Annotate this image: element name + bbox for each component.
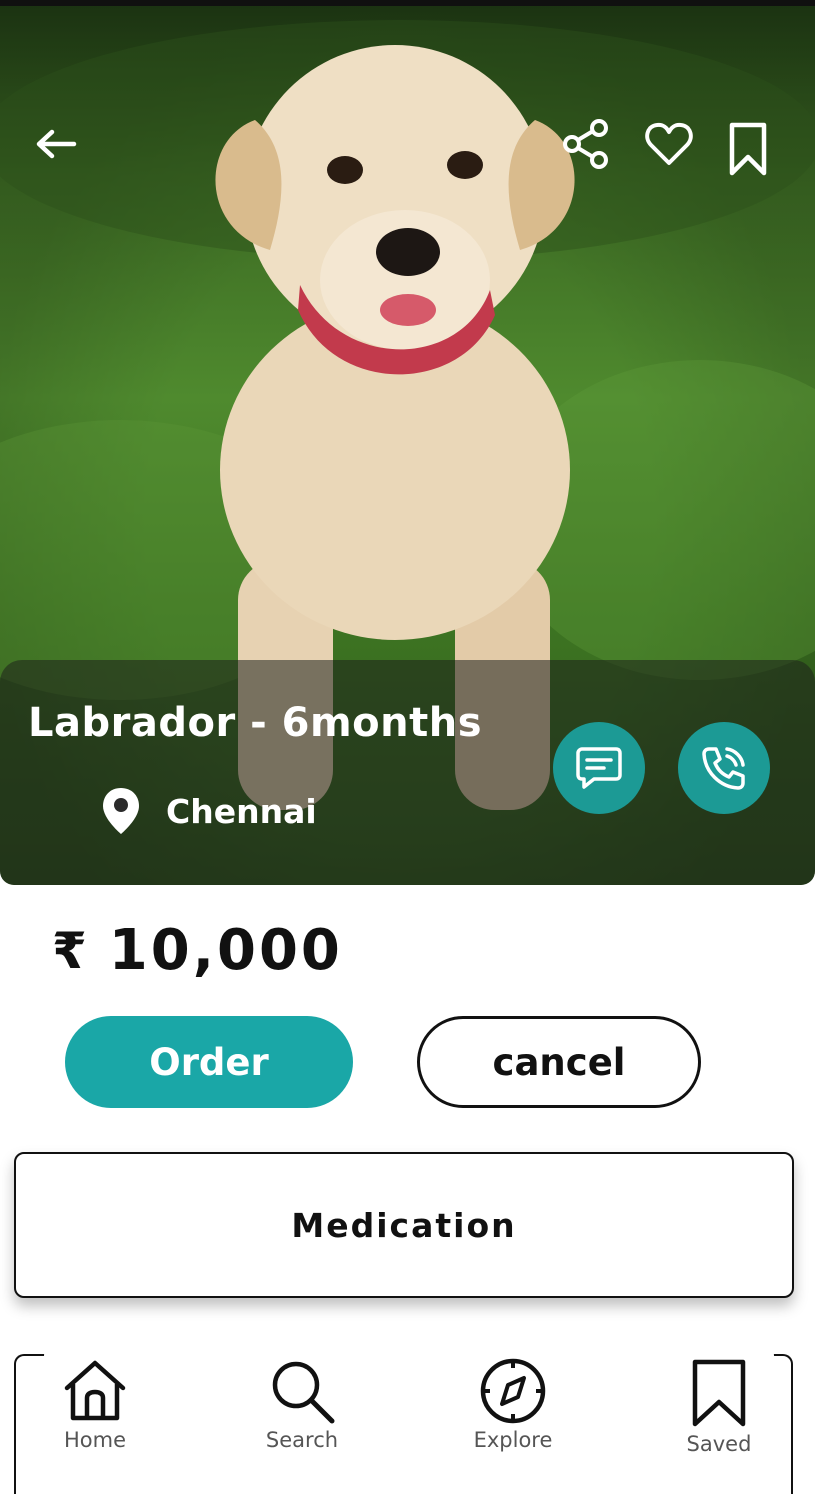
bookmark-icon <box>692 1359 746 1427</box>
nav-label-home: Home <box>63 1428 126 1452</box>
status-strip <box>0 0 815 6</box>
chat-icon <box>576 747 622 789</box>
call-button[interactable] <box>678 722 770 814</box>
share-icon <box>563 119 608 169</box>
nav-item-explore[interactable]: Explore <box>448 1358 578 1452</box>
location-pin-icon <box>103 788 139 834</box>
nav-item-saved[interactable]: Saved <box>654 1358 784 1456</box>
nav-item-home[interactable]: Home <box>30 1358 160 1452</box>
bookmark-icon <box>729 122 767 176</box>
nav-item-search[interactable]: Search <box>237 1358 367 1452</box>
cancel-button[interactable]: cancel <box>417 1016 701 1108</box>
favorite-button[interactable] <box>640 116 698 172</box>
location-text: Chennai <box>166 791 317 831</box>
bookmark-button[interactable] <box>722 118 774 180</box>
listing-title: Labrador - 6months <box>28 700 482 746</box>
currency-symbol: ₹ <box>52 921 87 980</box>
order-button[interactable]: Order <box>65 1016 353 1108</box>
back-button[interactable] <box>28 118 84 170</box>
price-value: 10,000 <box>108 918 343 983</box>
arrow-left-icon <box>36 129 77 159</box>
search-icon <box>272 1361 335 1424</box>
nav-label-search: Search <box>265 1428 339 1452</box>
compass-icon <box>480 1358 546 1424</box>
price-row: ₹ 10,000 <box>52 918 343 983</box>
phone-icon <box>702 747 745 790</box>
nav-label-explore: Explore <box>473 1428 553 1452</box>
heart-icon <box>645 122 693 165</box>
location-row: Chennai <box>100 786 317 836</box>
chat-button[interactable] <box>553 722 645 814</box>
hero-image: Labrador - 6months Chennai <box>0 0 815 885</box>
share-button[interactable] <box>558 114 614 174</box>
home-icon <box>64 1360 126 1421</box>
medication-button[interactable]: Medication <box>14 1152 794 1298</box>
nav-label-saved: Saved <box>686 1432 752 1456</box>
